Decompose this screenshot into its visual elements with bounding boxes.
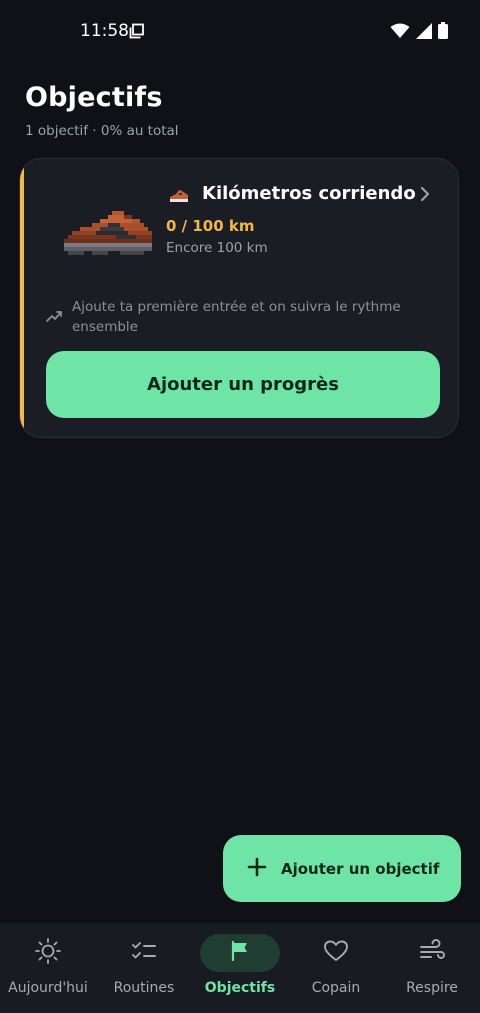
running-shoe-image bbox=[60, 207, 156, 267]
goal-hint: Ajoute ta première entrée et on suivra l… bbox=[72, 299, 401, 335]
trending-up-icon bbox=[46, 308, 64, 327]
nav-label-today: Aujourd'hui bbox=[8, 980, 88, 996]
checklist-icon bbox=[130, 937, 158, 969]
nav-label-breathe: Respire bbox=[406, 980, 458, 996]
page-title: Objectifs bbox=[25, 82, 163, 113]
screenshot-icon bbox=[129, 23, 145, 43]
add-progress-button[interactable]: Ajouter un progrès bbox=[46, 351, 440, 418]
nav-label-routines: Routines bbox=[113, 980, 175, 996]
nav-item-buddy[interactable]: Copain bbox=[288, 923, 384, 1013]
plus-icon bbox=[247, 857, 267, 881]
status-bar: 11:58 bbox=[0, 0, 480, 62]
nav-item-today[interactable]: Aujourd'hui bbox=[0, 923, 96, 1013]
sun-icon bbox=[34, 937, 62, 969]
goal-remaining: Encore 100 km bbox=[166, 240, 268, 256]
nav-label-buddy: Copain bbox=[311, 980, 361, 996]
cell-signal-icon bbox=[416, 22, 432, 43]
shoe-emoji-icon bbox=[168, 183, 190, 209]
status-time: 11:58 bbox=[80, 21, 129, 41]
wind-icon bbox=[418, 937, 446, 969]
nav-label-goals: Objectifs bbox=[204, 980, 276, 996]
nav-item-goals[interactable]: Objectifs bbox=[192, 923, 288, 1013]
add-goal-button[interactable]: Ajouter un objectif bbox=[223, 835, 461, 902]
chevron-right-icon[interactable] bbox=[418, 185, 432, 207]
flag-icon bbox=[228, 939, 252, 967]
goal-accent-bar bbox=[20, 159, 24, 437]
page-subtitle: 1 objectif · 0% au total bbox=[25, 123, 179, 139]
battery-icon bbox=[438, 22, 448, 43]
goal-name: Kilómetros corriendo bbox=[202, 183, 416, 204]
goal-card[interactable]: Kilómetros corriendo 0 / 100 km Encore 1… bbox=[19, 158, 459, 438]
goal-progress: 0 / 100 km bbox=[166, 217, 255, 235]
add-goal-label: Ajouter un objectif bbox=[281, 859, 440, 878]
nav-item-routines[interactable]: Routines bbox=[96, 923, 192, 1013]
nav-item-breathe[interactable]: Respire bbox=[384, 923, 480, 1013]
heart-icon bbox=[322, 937, 350, 969]
wifi-icon bbox=[390, 23, 410, 43]
bottom-navigation: Aujourd'hui Routines Objectifs Copain Re… bbox=[0, 923, 480, 1013]
